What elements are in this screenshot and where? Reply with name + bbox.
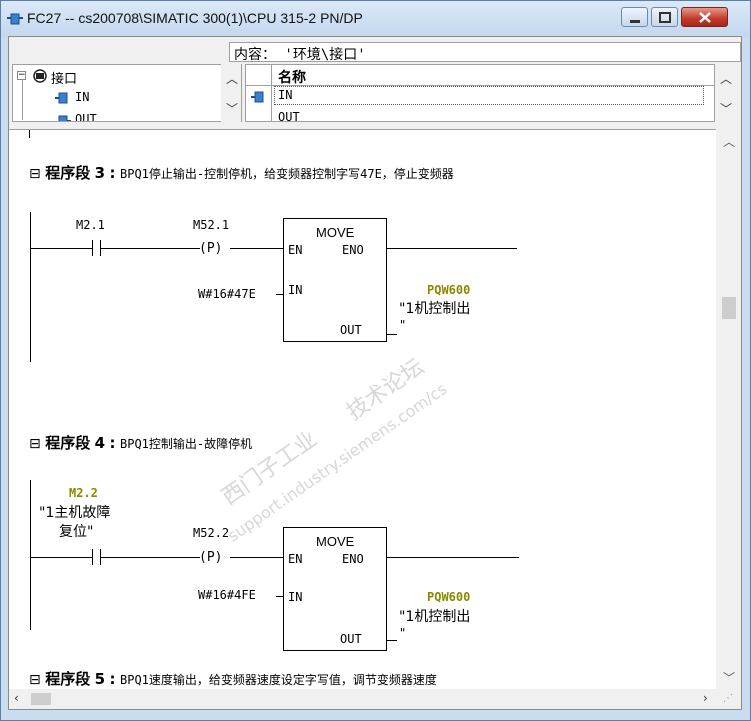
out-symbol: "1机控制出 [399, 301, 471, 317]
pcoil-symbol[interactable]: (P) [199, 550, 222, 565]
en-pin: EN [288, 243, 303, 257]
in-row-icon [251, 91, 264, 103]
contact-address[interactable]: M2.2 [69, 486, 98, 500]
grid-column-name: 名称 [278, 70, 306, 86]
interface-panel: 内容： '环境\接口' − 接口 IN OUT ︿ ﹀ 名称 IN OUT ︿ … [9, 37, 741, 127]
interface-icon [33, 69, 47, 83]
resize-grip-icon[interactable]: ⋰ [723, 693, 733, 704]
contact-symbol[interactable] [92, 549, 93, 565]
maximize-icon [659, 12, 671, 23]
ladder-editor[interactable]: 西门子工业 技术论坛 support.industry.siemens.com/… [9, 129, 741, 690]
contact-symbol-line1: "1主机故障 [39, 505, 111, 521]
in-pin: IN [288, 283, 303, 297]
scroll-down-icon[interactable]: ﹀ [723, 669, 735, 686]
window-title: FC27 -- cs200708\SIMATIC 300(1)\CPU 315-… [27, 10, 363, 26]
network-title[interactable]: ⊟ 程序段 4 : BPQ1控制输出-故障停机 [29, 432, 252, 453]
out-pin: OUT [340, 323, 362, 337]
en-pin: EN [288, 552, 303, 566]
network-comment: BPQ1速度输出，给变频器速度设定字写值，调节变频器速度 [120, 673, 437, 687]
close-button[interactable] [681, 7, 728, 27]
grid-row-out[interactable]: OUT [278, 110, 300, 121]
grid-scrollbar[interactable]: ︿ ﹀ [715, 64, 735, 122]
block-name: MOVE [316, 534, 355, 549]
contact-symbol-line2: 复位" [59, 524, 94, 540]
scroll-down-icon[interactable]: ﹀ [720, 100, 732, 117]
contact-address[interactable]: M2.1 [76, 218, 105, 232]
block-name: MOVE [316, 225, 355, 240]
pcoil-address[interactable]: M52.1 [193, 218, 229, 232]
network-comment: BPQ1控制输出-故障停机 [120, 437, 253, 451]
network-title[interactable]: ⊟ 程序段 5 : BPQ1速度输出，给变频器速度设定字写值，调节变频器速度 [29, 668, 437, 689]
scroll-thumb[interactable] [722, 297, 736, 319]
network-comment: BPQ1停止输出-控制停机，给变频器控制字写47E，停止变频器 [120, 167, 454, 181]
scroll-thumb[interactable] [31, 693, 51, 705]
editor-window: FC27 -- cs200708\SIMATIC 300(1)\CPU 315-… [0, 0, 751, 721]
scroll-left-icon[interactable]: ‹ [14, 691, 19, 705]
tree-root-label[interactable]: 接口 [51, 68, 77, 87]
move-block[interactable]: MOVE EN ENO IN OUT [283, 218, 387, 342]
tree-item-in[interactable]: IN [75, 90, 89, 104]
pcoil-address[interactable]: M52.2 [193, 526, 229, 540]
close-icon [699, 12, 711, 23]
out-address[interactable]: PQW600 [427, 590, 470, 604]
in-value[interactable]: W#16#47E [198, 287, 256, 301]
eno-pin: ENO [342, 552, 364, 566]
collapse-icon[interactable]: ⊟ [29, 672, 41, 688]
eno-pin: ENO [342, 243, 364, 257]
scroll-up-icon[interactable]: ︿ [226, 70, 238, 87]
content-path: 内容： '环境\接口' [234, 47, 366, 63]
title-bar[interactable]: FC27 -- cs200708\SIMATIC 300(1)\CPU 315-… [1, 1, 750, 37]
network-title[interactable]: ⊟ 程序段 3 : BPQ1停止输出-控制停机，给变频器控制字写47E，停止变频… [29, 162, 454, 183]
move-block[interactable]: MOVE EN ENO IN OUT [283, 527, 387, 651]
scroll-right-icon[interactable]: › [703, 691, 708, 705]
in-value[interactable]: W#16#4FE [198, 588, 256, 602]
editor-vertical-scrollbar[interactable]: ︿ ﹀ [716, 129, 741, 689]
out-address[interactable]: PQW600 [427, 283, 470, 297]
collapse-icon[interactable]: ⊟ [29, 166, 41, 182]
collapse-toggle-icon[interactable]: − [17, 71, 26, 80]
power-rail [30, 480, 31, 630]
scroll-up-icon[interactable]: ︿ [723, 133, 735, 150]
collapse-icon[interactable]: ⊟ [29, 436, 41, 452]
power-rail [30, 212, 31, 362]
contact-symbol[interactable] [92, 240, 93, 256]
content-path-bar: 内容： '环境\接口' [229, 42, 741, 63]
tree-scrollbar[interactable]: ︿ ﹀ [221, 64, 241, 122]
maximize-button[interactable] [651, 7, 678, 27]
out-param-icon [58, 115, 71, 121]
pcoil-symbol[interactable]: (P) [199, 241, 222, 256]
interface-grid[interactable]: 名称 IN OUT [245, 64, 715, 122]
editor-horizontal-scrollbar[interactable]: ‹ › ⋰ [9, 689, 741, 709]
in-param-icon [55, 92, 68, 104]
out-symbol: "1机控制出 [399, 609, 471, 625]
grid-row-in[interactable]: IN [278, 88, 292, 102]
minimize-icon [630, 20, 640, 23]
fc-block-icon [7, 13, 23, 25]
minimize-button[interactable] [621, 7, 648, 27]
scroll-up-icon[interactable]: ︿ [720, 70, 732, 87]
in-pin: IN [288, 590, 303, 604]
tree-item-out[interactable]: OUT [75, 112, 97, 121]
interface-tree[interactable]: − 接口 IN OUT [12, 64, 242, 122]
out-pin: OUT [340, 632, 362, 646]
scroll-down-icon[interactable]: ﹀ [226, 100, 238, 117]
client-area: 内容： '环境\接口' − 接口 IN OUT ︿ ﹀ 名称 IN OUT ︿ … [8, 36, 742, 710]
